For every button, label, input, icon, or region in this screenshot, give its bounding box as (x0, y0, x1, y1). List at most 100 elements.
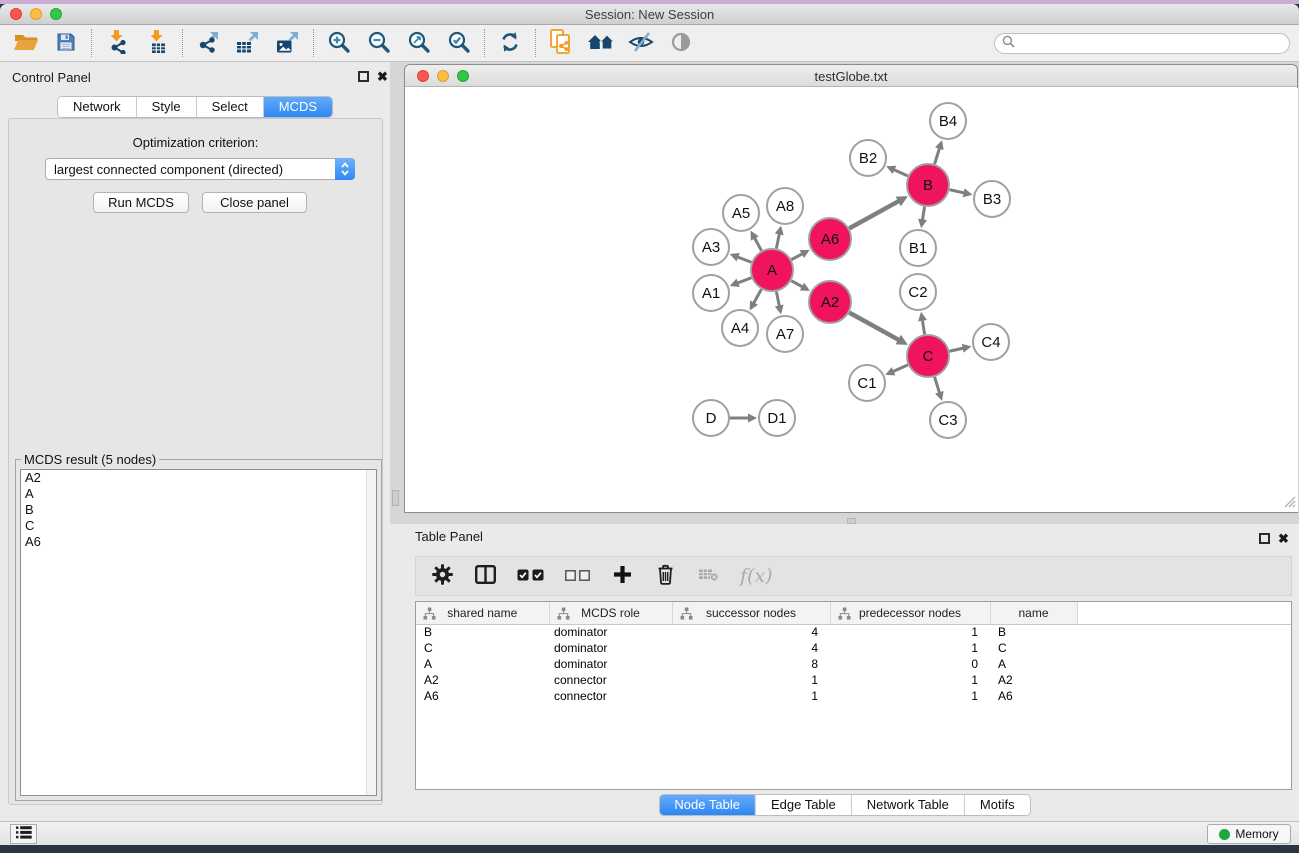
tab-network-table[interactable]: Network Table (851, 795, 964, 815)
open-session-button[interactable] (6, 27, 46, 59)
graph-edge-C-C2[interactable] (922, 319, 924, 335)
table-cell[interactable]: 1 (672, 688, 830, 704)
table-cell[interactable]: 1 (830, 624, 990, 640)
mcds-result-item[interactable]: A (21, 486, 376, 502)
mcds-list-scrollbar[interactable] (366, 470, 376, 795)
preview-button[interactable] (661, 27, 701, 59)
table-cell[interactable]: 8 (672, 656, 830, 672)
graph-edge-B-B4[interactable] (935, 147, 940, 164)
table-row[interactable]: Bdominator41B (416, 624, 1291, 640)
zoom-in-button[interactable] (319, 27, 359, 59)
run-mcds-button[interactable]: Run MCDS (93, 192, 189, 213)
table-cell[interactable]: connector (549, 688, 672, 704)
export-image-button[interactable] (268, 27, 308, 59)
column-header-predecessor-nodes[interactable]: predecessor nodes (830, 602, 990, 624)
search-input[interactable] (1019, 35, 1289, 52)
save-session-button[interactable] (46, 27, 86, 59)
node-table[interactable]: shared nameMCDS rolesuccessor nodesprede… (415, 601, 1292, 790)
graph-edge-B-B2[interactable] (893, 169, 908, 176)
graph-edge-A2-C[interactable] (849, 313, 900, 341)
table-float-icon[interactable] (1259, 533, 1270, 544)
create-column-button[interactable] (611, 561, 633, 591)
table-row[interactable]: Cdominator41C (416, 640, 1291, 656)
table-row[interactable]: A2connector11A2 (416, 672, 1291, 688)
import-table-button[interactable] (137, 27, 177, 59)
tab-node-table[interactable]: Node Table (659, 795, 755, 815)
table-cell[interactable]: 1 (830, 640, 990, 656)
table-close-icon[interactable]: ✖ (1278, 531, 1289, 547)
tab-motifs[interactable]: Motifs (964, 795, 1030, 815)
float-panel-icon[interactable] (358, 71, 369, 82)
table-cell[interactable]: B (990, 624, 1077, 640)
graph-edge-A-A8[interactable] (776, 232, 779, 248)
close-panel-icon[interactable]: ✖ (377, 69, 388, 85)
graph-edge-A-A2[interactable] (791, 281, 803, 288)
graph-edge-A-A6[interactable] (791, 253, 803, 259)
graph-edge-A-A5[interactable] (754, 237, 762, 251)
network-canvas[interactable]: AA1A2A3A4A5A6A7A8BB1B2B3B4CC1C2C3C4DD1 (405, 88, 1298, 512)
export-network-button[interactable] (188, 27, 228, 59)
graph-edge-B-B3[interactable] (949, 190, 965, 194)
memory-button[interactable]: Memory (1207, 824, 1291, 844)
graph-edge-A-A1[interactable] (736, 278, 751, 284)
table-cell[interactable]: 1 (672, 672, 830, 688)
deselect-all-button[interactable] (565, 561, 590, 591)
table-cell[interactable]: B (416, 624, 549, 640)
select-all-button[interactable] (517, 561, 544, 591)
graph-edge-C-C1[interactable] (892, 365, 908, 372)
graph-edge-B-B1[interactable] (922, 207, 924, 222)
mcds-result-item[interactable]: A6 (21, 534, 376, 550)
table-cell[interactable]: 0 (830, 656, 990, 672)
table-cell[interactable]: A6 (416, 688, 549, 704)
table-cell[interactable]: 1 (830, 688, 990, 704)
table-cell[interactable]: dominator (549, 624, 672, 640)
table-cell[interactable]: A (416, 656, 549, 672)
home-pair-button[interactable] (581, 27, 621, 59)
table-cell[interactable]: A (990, 656, 1077, 672)
column-header-name[interactable]: name (990, 602, 1077, 624)
search-field[interactable] (994, 33, 1290, 54)
graph-edge-A-A4[interactable] (753, 289, 761, 304)
table-cell[interactable]: C (416, 640, 549, 656)
tab-mcds[interactable]: MCDS (263, 97, 332, 117)
tab-style[interactable]: Style (136, 97, 196, 117)
table-cell[interactable]: 1 (830, 672, 990, 688)
table-cell[interactable]: connector (549, 672, 672, 688)
graph-edge-C-C3[interactable] (935, 377, 940, 394)
table-cell[interactable]: 4 (672, 624, 830, 640)
table-cell[interactable]: dominator (549, 656, 672, 672)
export-table-button[interactable] (228, 27, 268, 59)
mcds-result-item[interactable]: A2 (21, 470, 376, 486)
tab-network[interactable]: Network (58, 97, 136, 117)
show-hide-button[interactable] (621, 27, 661, 59)
table-cell[interactable]: dominator (549, 640, 672, 656)
zoom-selected-button[interactable] (439, 27, 479, 59)
network-window-titlebar[interactable]: testGlobe.txt (405, 65, 1297, 87)
show-columns-button[interactable] (474, 561, 496, 591)
tab-select[interactable]: Select (196, 97, 263, 117)
column-header-shared-name[interactable]: shared name (416, 602, 549, 624)
apply-layout-button[interactable] (490, 27, 530, 59)
mcds-result-item[interactable]: C (21, 518, 376, 534)
mcds-result-item[interactable]: B (21, 502, 376, 518)
table-row[interactable]: Adominator80A (416, 656, 1291, 672)
window-resize-grip[interactable] (1282, 494, 1296, 511)
graph-edge-A-A7[interactable] (776, 292, 779, 308)
delete-column-button[interactable] (654, 561, 676, 591)
delete-table-button[interactable] (697, 561, 719, 591)
clone-network-button[interactable] (541, 27, 581, 59)
function-builder-button[interactable]: f(x) (740, 561, 773, 591)
table-cell[interactable]: A6 (990, 688, 1077, 704)
table-cell[interactable]: A2 (416, 672, 549, 688)
task-history-button[interactable] (10, 824, 37, 844)
graph-edge-A6-B[interactable] (849, 200, 900, 228)
graph-edge-C-C4[interactable] (949, 348, 964, 351)
table-row[interactable]: A6connector11A6 (416, 688, 1291, 704)
vertical-splitter-handle[interactable] (392, 490, 399, 506)
tab-edge-table[interactable]: Edge Table (755, 795, 851, 815)
table-settings-button[interactable] (431, 561, 453, 591)
graph-edge-A-A3[interactable] (736, 257, 751, 263)
criterion-dropdown[interactable]: largest connected component (directed) (45, 158, 355, 180)
table-cell[interactable]: 4 (672, 640, 830, 656)
table-cell[interactable]: C (990, 640, 1077, 656)
